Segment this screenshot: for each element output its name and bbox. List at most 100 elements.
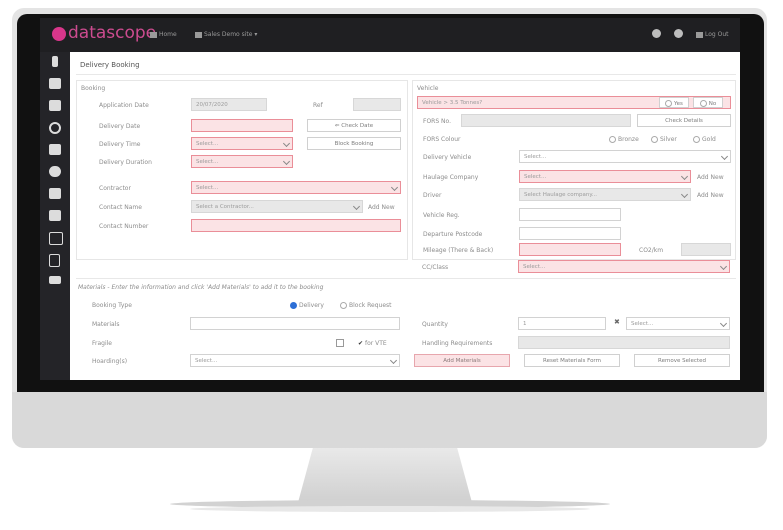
cc-class-select[interactable]: Select... bbox=[518, 260, 730, 273]
main-content: Delivery Booking Booking Application Dat… bbox=[70, 52, 740, 380]
delivery-vehicle-label: Delivery Vehicle bbox=[423, 154, 472, 161]
chevron-down-icon bbox=[680, 172, 689, 181]
departure-postcode-field[interactable] bbox=[519, 227, 621, 240]
block-option-label: Block Request bbox=[349, 302, 392, 309]
nav-home[interactable]: Home bbox=[150, 31, 177, 38]
delivery-vehicle-value: Select... bbox=[524, 154, 547, 160]
remove-selected-button[interactable]: Remove Selected bbox=[634, 354, 730, 367]
check-date-button[interactable]: ⇐ Check Date bbox=[307, 119, 401, 132]
cloud-icon[interactable] bbox=[49, 166, 61, 177]
book-icon[interactable] bbox=[49, 210, 61, 221]
quantity-field[interactable]: 1 bbox=[518, 317, 606, 330]
edit-icon[interactable] bbox=[49, 232, 63, 245]
contact-name-select[interactable]: Select a Contractor... bbox=[191, 200, 363, 213]
booking-type-block-radio[interactable]: Block Request bbox=[340, 302, 392, 309]
gear-icon[interactable] bbox=[674, 29, 683, 38]
delivery-time-value: Select... bbox=[196, 141, 219, 147]
driver-value: Select Haulage company... bbox=[524, 192, 598, 198]
haulage-add-new-button[interactable]: Add New bbox=[697, 174, 724, 181]
fors-bronze-radio[interactable]: Bronze bbox=[609, 136, 639, 143]
for-vte-checkbox[interactable]: ✔ for VTE bbox=[358, 340, 387, 347]
departure-postcode-label: Departure Postcode bbox=[423, 231, 483, 238]
vehicle-reg-field[interactable] bbox=[519, 208, 621, 221]
radio-icon bbox=[651, 136, 658, 143]
add-materials-button[interactable]: Add Materials bbox=[414, 354, 510, 367]
monitor-icon[interactable] bbox=[49, 188, 61, 199]
ref-field[interactable] bbox=[353, 98, 401, 111]
contact-number-field[interactable] bbox=[191, 219, 401, 232]
contact-name-value: Select a Contractor... bbox=[196, 204, 254, 210]
haulage-company-value: Select... bbox=[524, 174, 547, 180]
folder-icon[interactable] bbox=[49, 100, 61, 111]
delivery-duration-select[interactable]: Select... bbox=[191, 155, 293, 168]
delivery-time-label: Delivery Time bbox=[99, 141, 141, 148]
cc-class-label: CC/Class bbox=[422, 264, 449, 271]
booking-panel: Booking Application Date 20/07/2020 Ref … bbox=[76, 80, 408, 260]
vehicle-over-yes[interactable]: Yes bbox=[659, 97, 689, 108]
hoarding-select[interactable]: Select... bbox=[190, 354, 400, 367]
sidebar bbox=[40, 52, 70, 380]
document-icon[interactable] bbox=[49, 254, 60, 267]
chevron-down-icon bbox=[282, 139, 291, 148]
mileage-field[interactable] bbox=[519, 243, 621, 256]
handling-field[interactable] bbox=[518, 336, 730, 349]
booking-type-delivery-radio[interactable]: Delivery bbox=[290, 302, 324, 309]
monitor-chin bbox=[12, 392, 767, 448]
materials-field[interactable] bbox=[190, 317, 400, 330]
block-booking-button[interactable]: Block Booking bbox=[307, 137, 401, 150]
chevron-down-icon bbox=[390, 183, 399, 192]
chevron-down-icon bbox=[352, 202, 361, 211]
search-icon[interactable] bbox=[49, 122, 61, 134]
driver-select[interactable]: Select Haulage company... bbox=[519, 188, 691, 201]
fors-gold-radio[interactable]: Gold bbox=[693, 136, 716, 143]
unit-select[interactable]: Select... bbox=[626, 317, 730, 330]
logout-link[interactable]: Log Out bbox=[696, 31, 729, 38]
fragile-label: Fragile bbox=[92, 340, 112, 347]
reset-materials-button[interactable]: Reset Materials Form bbox=[524, 354, 620, 367]
driver-add-new-button[interactable]: Add New bbox=[697, 192, 724, 199]
fors-silver-radio[interactable]: Silver bbox=[651, 136, 677, 143]
driver-label: Driver bbox=[423, 192, 442, 199]
title-divider bbox=[76, 74, 736, 75]
check-icon: ✔ bbox=[358, 340, 364, 347]
video-icon[interactable] bbox=[49, 276, 61, 284]
contact-add-new-button[interactable]: Add New bbox=[368, 204, 395, 211]
ref-label: Ref bbox=[313, 102, 323, 109]
fragile-checkbox[interactable] bbox=[336, 339, 344, 347]
barrier-icon[interactable] bbox=[49, 144, 61, 155]
chevron-down-icon bbox=[680, 190, 689, 199]
close-icon[interactable]: ✖ bbox=[614, 318, 620, 326]
vehicle-over-no[interactable]: No bbox=[693, 97, 723, 108]
delivery-vehicle-select[interactable]: Select... bbox=[519, 150, 731, 163]
contractor-select[interactable]: Select... bbox=[191, 181, 401, 194]
co2-field[interactable] bbox=[681, 243, 731, 256]
help-icon[interactable] bbox=[652, 29, 661, 38]
person-icon[interactable] bbox=[52, 56, 58, 67]
application-date-field[interactable]: 20/07/2020 bbox=[191, 98, 267, 111]
gold-label: Gold bbox=[702, 136, 716, 143]
no-label: No bbox=[708, 101, 717, 107]
top-navbar: datascope Home Sales Demo site ▾ Log Out bbox=[40, 18, 740, 52]
co2-label: CO2/km bbox=[639, 247, 664, 254]
home-icon bbox=[150, 31, 157, 38]
delivery-duration-label: Delivery Duration bbox=[99, 159, 152, 166]
delivery-date-label: Delivery Date bbox=[99, 123, 141, 130]
cc-class-value: Select... bbox=[523, 264, 546, 270]
chevron-down-icon bbox=[720, 152, 729, 161]
monitor-stand-neck bbox=[297, 448, 473, 504]
check-details-button[interactable]: Check Details bbox=[637, 114, 731, 127]
unit-value: Select... bbox=[631, 321, 654, 327]
hoarding-label: Hoarding(s) bbox=[92, 358, 128, 365]
nav-site-dropdown[interactable]: Sales Demo site ▾ bbox=[195, 31, 257, 38]
truck-icon[interactable] bbox=[49, 78, 61, 89]
delivery-time-select[interactable]: Select... bbox=[191, 137, 293, 150]
delivery-date-field[interactable] bbox=[191, 119, 293, 132]
delivery-duration-value: Select... bbox=[196, 159, 219, 165]
nav-site-label: Sales Demo site ▾ bbox=[204, 31, 258, 38]
materials-hint: Materials - Enter the information and cl… bbox=[78, 284, 324, 291]
fors-no-field[interactable] bbox=[461, 114, 631, 127]
brand-logo[interactable]: datascope bbox=[68, 23, 156, 43]
contact-number-label: Contact Number bbox=[99, 223, 149, 230]
haulage-company-select[interactable]: Select... bbox=[519, 170, 691, 183]
radio-selected-icon bbox=[290, 302, 297, 309]
